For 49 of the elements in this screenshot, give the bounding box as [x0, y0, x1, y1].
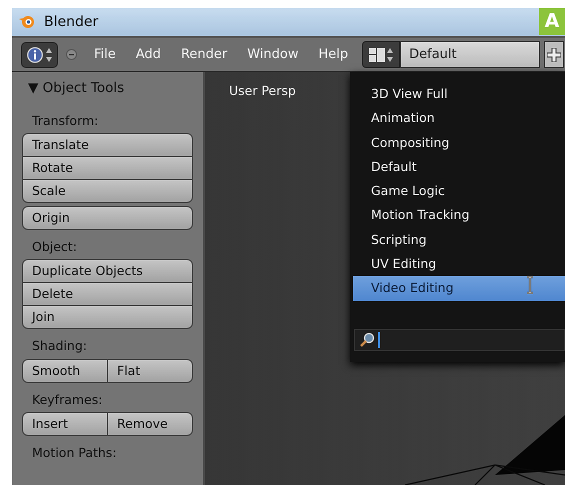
app-logo-icon [18, 14, 36, 30]
updown-arrows-icon [46, 48, 52, 62]
menu-option[interactable]: Compositing [353, 130, 565, 155]
panel-title[interactable]: ▼ Object Tools [28, 78, 193, 98]
section-label: Motion Paths: [32, 444, 118, 462]
add-layout-button[interactable] [544, 41, 564, 68]
layout-icon [369, 48, 386, 62]
menu-item[interactable]: File [84, 44, 126, 64]
updown-arrows-icon [387, 48, 394, 62]
tool-button[interactable]: Flat [107, 358, 193, 382]
search-field[interactable] [354, 329, 565, 351]
menu-item[interactable]: Render [170, 44, 238, 64]
menu-item[interactable]: Window [237, 44, 308, 64]
plus-icon [547, 48, 562, 62]
collapse-icon[interactable] [66, 49, 76, 60]
menu-option[interactable]: Video Editing [353, 276, 565, 301]
info-editor-button[interactable] [21, 42, 58, 68]
section-label: Transform: [32, 112, 100, 130]
screen-layout-button[interactable] [362, 41, 400, 68]
tool-button[interactable]: Translate [22, 133, 193, 157]
text-cursor-icon [526, 276, 534, 294]
tool-button[interactable]: Delete [22, 282, 193, 306]
tool-button[interactable]: Smooth [22, 358, 108, 382]
menu-option[interactable]: Game Logic [353, 179, 565, 204]
tool-button[interactable]: Remove [107, 412, 193, 436]
menu-item[interactable]: Help [308, 44, 358, 64]
info-icon [27, 46, 43, 62]
menu-option[interactable]: Animation [353, 106, 565, 131]
section-label: Keyframes: [32, 390, 104, 409]
section-label: Shading: [32, 336, 88, 355]
search-icon [359, 332, 375, 348]
view-label: User Persp [229, 82, 296, 100]
menu-item[interactable]: Add [126, 44, 171, 64]
menu-option[interactable]: Scripting [353, 228, 565, 252]
tool-button[interactable]: Insert [22, 412, 108, 436]
tool-button[interactable]: Scale [22, 179, 193, 203]
annotation-label: A [539, 8, 565, 35]
section-label: Object: [32, 238, 78, 256]
window-title: Blender [44, 12, 98, 32]
tool-button[interactable]: Origin [22, 206, 193, 230]
layout-name-field[interactable]: Default [400, 41, 540, 68]
menu-option[interactable]: 3D View Full [353, 82, 565, 106]
tool-button[interactable]: Join [22, 304, 193, 329]
tool-button[interactable]: Rotate [22, 156, 193, 180]
menu-option[interactable]: Motion Tracking [353, 203, 565, 228]
text-cursor [378, 332, 380, 348]
menu-option[interactable]: UV Editing [353, 252, 565, 276]
menu-option[interactable]: Default [353, 154, 565, 180]
tool-button[interactable]: Duplicate Objects [22, 258, 193, 283]
